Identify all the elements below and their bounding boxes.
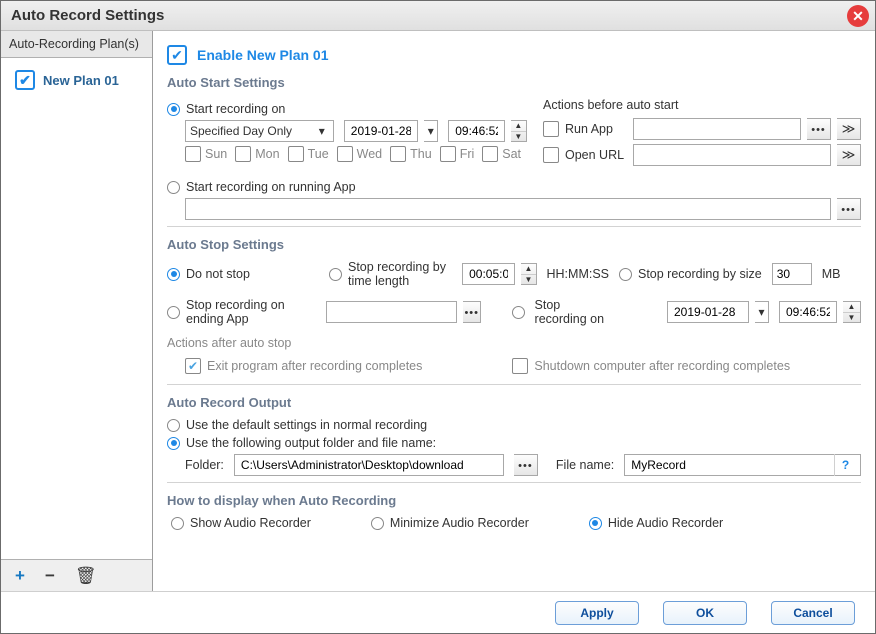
start-date-input[interactable] (344, 120, 418, 142)
start-date-dropdown[interactable] (424, 120, 438, 142)
section-stop-title: Auto Stop Settings (167, 237, 861, 252)
running-app-browse-button[interactable] (837, 198, 861, 220)
day-mon-checkbox[interactable] (235, 146, 251, 162)
label-actions-before: Actions before auto start (543, 98, 861, 112)
chevron-down-icon (315, 124, 329, 138)
run-app-checkbox[interactable] (543, 121, 559, 137)
filename-help-icon[interactable]: ? (834, 454, 856, 476)
remove-plan-button[interactable]: − (45, 566, 55, 586)
apply-button[interactable]: Apply (555, 601, 639, 625)
day-sat-checkbox[interactable] (482, 146, 498, 162)
label-output-custom: Use the following output folder and file… (186, 436, 436, 450)
radio-display-min[interactable] (371, 517, 384, 530)
radio-start-running-app[interactable] (167, 181, 180, 194)
sidebar-header: Auto-Recording Plan(s) (1, 31, 152, 58)
day-sun-checkbox[interactable] (185, 146, 201, 162)
section-output-title: Auto Record Output (167, 395, 861, 410)
label-stop-by-size: Stop recording by size (638, 267, 762, 281)
ending-app-browse-button[interactable] (463, 301, 481, 323)
delete-plan-button[interactable]: 🗑 (75, 566, 97, 586)
close-icon[interactable]: ✕ (847, 5, 869, 27)
add-plan-button[interactable]: + (15, 566, 25, 586)
radio-display-show[interactable] (171, 517, 184, 530)
open-url-go-button[interactable] (837, 144, 861, 166)
day-thu-checkbox[interactable] (390, 146, 406, 162)
cancel-button[interactable]: Cancel (771, 601, 855, 625)
start-time-input[interactable] (448, 120, 505, 142)
stop-time-stepper[interactable]: ▲▼ (843, 301, 861, 323)
open-url-label: Open URL (565, 148, 627, 162)
main: Enable New Plan 01 Auto Start Settings S… (153, 31, 875, 591)
specified-day-select[interactable]: Specified Day Only (185, 120, 334, 142)
radio-stop-by-size[interactable] (619, 268, 632, 281)
radio-do-not-stop[interactable] (167, 268, 180, 281)
folder-input[interactable] (234, 454, 504, 476)
run-app-input[interactable] (633, 118, 801, 140)
label-do-not-stop: Do not stop (186, 267, 250, 281)
open-url-input[interactable] (633, 144, 831, 166)
label-mb: MB (822, 267, 841, 281)
titlebar: Auto Record Settings ✕ (1, 1, 875, 31)
filename-input[interactable]: ? (624, 454, 861, 476)
section-display-title: How to display when Auto Recording (167, 493, 861, 508)
label-start-on: Start recording on (186, 102, 285, 116)
label-filename: File name: (556, 458, 614, 472)
ending-app-input[interactable] (326, 301, 457, 323)
radio-stop-ending-app[interactable] (167, 306, 180, 319)
label-hhmmss: HH:MM:SS (547, 267, 610, 281)
run-app-browse-button[interactable] (807, 118, 831, 140)
shutdown-after-checkbox[interactable] (512, 358, 528, 374)
enable-plan-checkbox[interactable] (167, 45, 187, 65)
radio-output-custom[interactable] (167, 437, 180, 450)
radio-display-hide[interactable] (589, 517, 602, 530)
stop-time-length-input[interactable] (462, 263, 515, 285)
window-title: Auto Record Settings (11, 7, 164, 24)
run-app-label: Run App (565, 122, 627, 136)
radio-start-on[interactable] (167, 103, 180, 116)
radio-stop-on-time[interactable] (512, 306, 525, 319)
dialog-footer: Apply OK Cancel (1, 591, 875, 633)
label-stop-ending-app: Stop recording on ending App (186, 298, 320, 326)
day-wed-checkbox[interactable] (337, 146, 353, 162)
open-url-checkbox[interactable] (543, 147, 559, 163)
sidebar: Auto-Recording Plan(s) New Plan 01 + − 🗑 (1, 31, 153, 591)
shutdown-after-label: Shutdown computer after recording comple… (534, 359, 790, 373)
auto-record-dialog: Auto Record Settings ✕ Auto-Recording Pl… (0, 0, 876, 634)
label-start-running-app: Start recording on running App (186, 180, 356, 194)
label-stop-by-time: Stop recording by time length (348, 260, 456, 288)
enable-plan-label: Enable New Plan 01 (197, 47, 329, 63)
sidebar-item-label: New Plan 01 (43, 73, 119, 88)
run-app-run-button[interactable] (837, 118, 861, 140)
label-output-default: Use the default settings in normal recor… (186, 418, 427, 432)
label-folder: Folder: (185, 458, 224, 472)
label-actions-after: Actions after auto stop (167, 336, 861, 350)
label-display-min: Minimize Audio Recorder (390, 516, 529, 530)
folder-browse-button[interactable] (514, 454, 538, 476)
label-display-hide: Hide Audio Recorder (608, 516, 723, 530)
sidebar-list: New Plan 01 (1, 58, 152, 559)
start-time-stepper[interactable]: ▲▼ (511, 120, 527, 142)
label-stop-on-time: Stop recording on (535, 298, 609, 326)
sidebar-tools: + − 🗑 (1, 559, 152, 591)
day-fri-checkbox[interactable] (440, 146, 456, 162)
stop-time-length-stepper[interactable]: ▲▼ (521, 263, 536, 285)
day-tue-checkbox[interactable] (288, 146, 304, 162)
radio-output-default[interactable] (167, 419, 180, 432)
exit-after-label: Exit program after recording completes (207, 359, 422, 373)
section-start-title: Auto Start Settings (167, 75, 861, 90)
plan-enabled-checkbox[interactable] (15, 70, 35, 90)
exit-after-checkbox[interactable] (185, 358, 201, 374)
sidebar-item-plan[interactable]: New Plan 01 (1, 64, 152, 96)
stop-time-input[interactable] (779, 301, 837, 323)
stop-by-size-input[interactable] (772, 263, 812, 285)
ok-button[interactable]: OK (663, 601, 747, 625)
label-display-show: Show Audio Recorder (190, 516, 311, 530)
stop-date-dropdown[interactable] (755, 301, 769, 323)
radio-stop-by-time[interactable] (329, 268, 342, 281)
stop-date-input[interactable] (667, 301, 749, 323)
running-app-input[interactable] (185, 198, 831, 220)
